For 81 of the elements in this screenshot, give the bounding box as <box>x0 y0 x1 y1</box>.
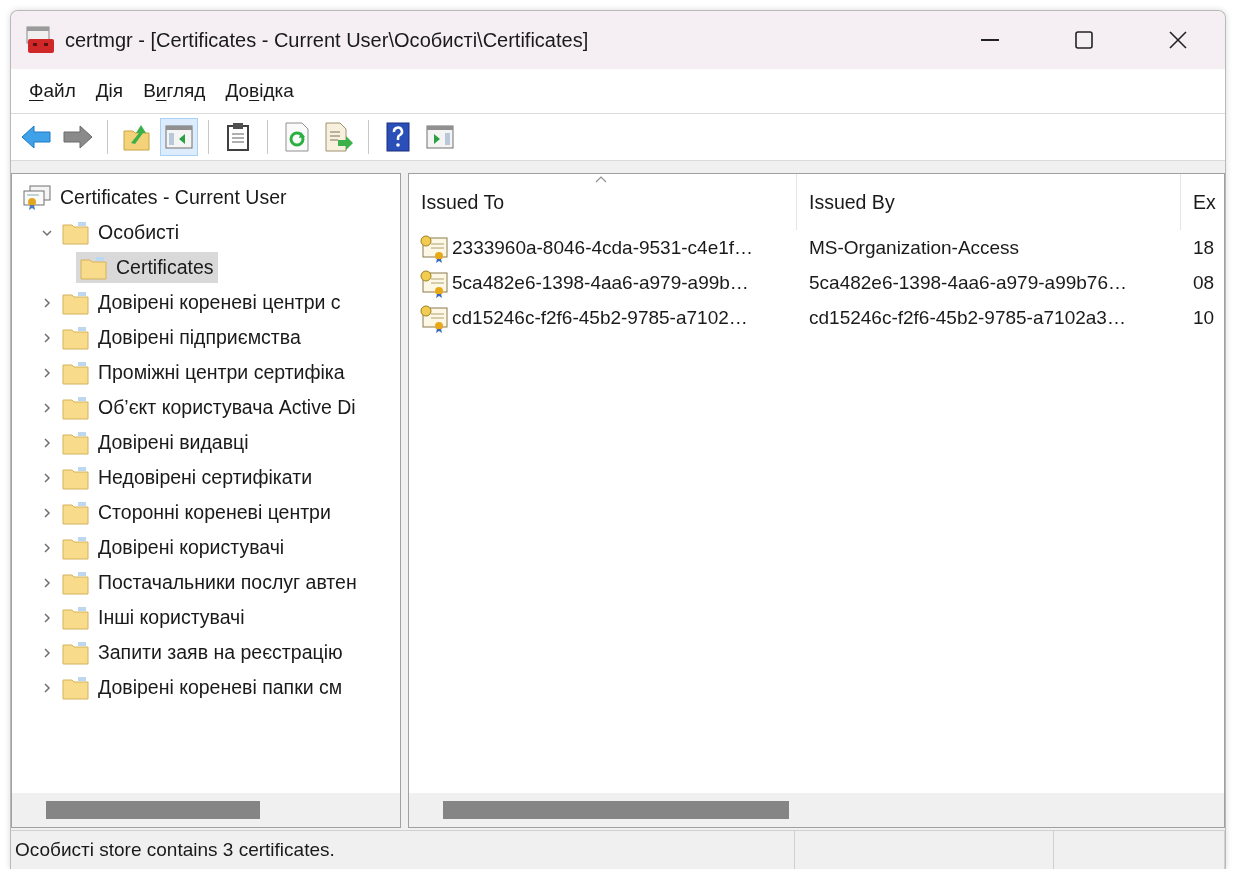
folder-icon <box>80 255 108 280</box>
certificate-icon <box>419 232 449 263</box>
tree-item[interactable]: Довірені кореневі папки см <box>58 672 347 703</box>
chevron-icon[interactable] <box>41 506 53 519</box>
horizontal-scrollbar[interactable] <box>409 793 1224 827</box>
tree-item[interactable]: Об’єкт користувача Active Di <box>58 392 360 423</box>
folder-icon <box>62 605 90 630</box>
action-pane-icon <box>426 124 454 150</box>
folder-icon <box>62 395 90 420</box>
folder-icon <box>62 220 90 245</box>
certificate-icon <box>419 267 449 298</box>
chevron-icon[interactable] <box>41 401 53 414</box>
status-text: Особисті store contains 3 certificates. <box>11 831 795 869</box>
tree-item[interactable]: Недовірені сертифікати <box>58 462 317 493</box>
tree-item[interactable]: Довірені користувачі <box>58 532 289 563</box>
chevron-icon[interactable] <box>41 471 53 484</box>
folder-icon <box>62 465 90 490</box>
chevron-icon[interactable] <box>41 436 53 449</box>
menu-item[interactable]: Файл <box>19 80 86 102</box>
tree-item[interactable]: Особисті <box>58 217 184 248</box>
chevron-icon[interactable] <box>41 646 53 659</box>
minimize-icon <box>981 39 999 41</box>
tree-item[interactable]: Довірені кореневі центри с <box>58 287 345 318</box>
certificate-icon <box>419 302 449 333</box>
column-header[interactable]: Ex <box>1181 174 1224 230</box>
column-header[interactable]: Issued To <box>409 174 797 230</box>
show-tree-button[interactable] <box>160 118 198 156</box>
folder-icon <box>62 360 90 385</box>
folder-up-icon <box>123 123 151 151</box>
tree-item[interactable]: Запити заяв на реєстрацію <box>58 637 347 668</box>
chevron-icon[interactable] <box>41 541 53 554</box>
export-list-icon <box>324 122 354 152</box>
cell-text: cd15246c-f2f6-45b2-9785-a7102a3… <box>809 306 1126 329</box>
cell-text: 5ca482e6-1398-4aa6-a979-a99b… <box>452 271 749 294</box>
toolbox-app-icon <box>25 25 55 55</box>
chevron-icon[interactable] <box>41 611 53 624</box>
cell-text: 18 <box>1193 236 1215 259</box>
folder-icon <box>62 640 90 665</box>
certificate-store-icon <box>22 184 52 211</box>
refresh-icon <box>284 122 310 152</box>
cell-text: cd15246c-f2f6-45b2-9785-a7102… <box>452 306 748 329</box>
chevron-icon[interactable] <box>41 681 53 694</box>
tree-item[interactable]: Постачальники послуг автен <box>58 567 361 598</box>
window-title: certmgr - [Certificates - Current User\Особисті\Certificates] <box>65 28 590 52</box>
clipboard-icon <box>226 122 250 152</box>
folder-icon <box>62 535 90 560</box>
chevron-icon[interactable] <box>41 366 53 379</box>
tree-item[interactable]: Довірені підприємства <box>58 322 305 353</box>
tree-item[interactable]: Certificates - Current User <box>18 182 291 213</box>
maximize-icon <box>1075 31 1093 49</box>
help-icon <box>386 122 410 152</box>
close-icon <box>1169 31 1187 49</box>
chevron-icon[interactable] <box>41 576 53 589</box>
cell-text: 5ca482e6-1398-4aa6-a979-a99b76… <box>809 271 1127 294</box>
column-header[interactable]: Issued By <box>797 174 1181 230</box>
chevron-icon[interactable] <box>41 331 53 344</box>
folder-icon <box>62 675 90 700</box>
cell-text: MS-Organization-Access <box>809 236 1020 259</box>
back-arrow-icon <box>20 124 52 150</box>
tree-item[interactable]: Інші користувачі <box>58 602 249 633</box>
folder-icon <box>62 325 90 350</box>
cell-text: 2333960a-8046-4cda-9531-c4e1f… <box>452 236 754 259</box>
horizontal-scrollbar[interactable] <box>12 793 400 827</box>
scrollbar-thumb[interactable] <box>46 801 260 819</box>
tree-item[interactable]: Проміжні центри сертифіка <box>58 357 349 388</box>
chevron-icon[interactable] <box>41 296 53 309</box>
menu-item[interactable]: Довідка <box>215 80 304 102</box>
folder-icon <box>62 290 90 315</box>
folder-icon <box>62 570 90 595</box>
tree-pane-icon <box>165 124 193 150</box>
tree-item[interactable]: Сторонні кореневі центри <box>58 497 335 528</box>
cell-text: 08 <box>1193 271 1215 294</box>
tree-item[interactable]: Certificates <box>76 252 218 283</box>
scrollbar-thumb[interactable] <box>443 801 789 819</box>
forward-arrow-icon <box>62 124 94 150</box>
tree-item[interactable]: Довірені видавці <box>58 427 253 458</box>
menu-item[interactable]: Дія <box>85 80 134 102</box>
menu-item[interactable]: Вигляд <box>133 80 216 102</box>
cell-text: 10 <box>1193 306 1215 329</box>
folder-icon <box>62 500 90 525</box>
folder-icon <box>62 430 90 455</box>
